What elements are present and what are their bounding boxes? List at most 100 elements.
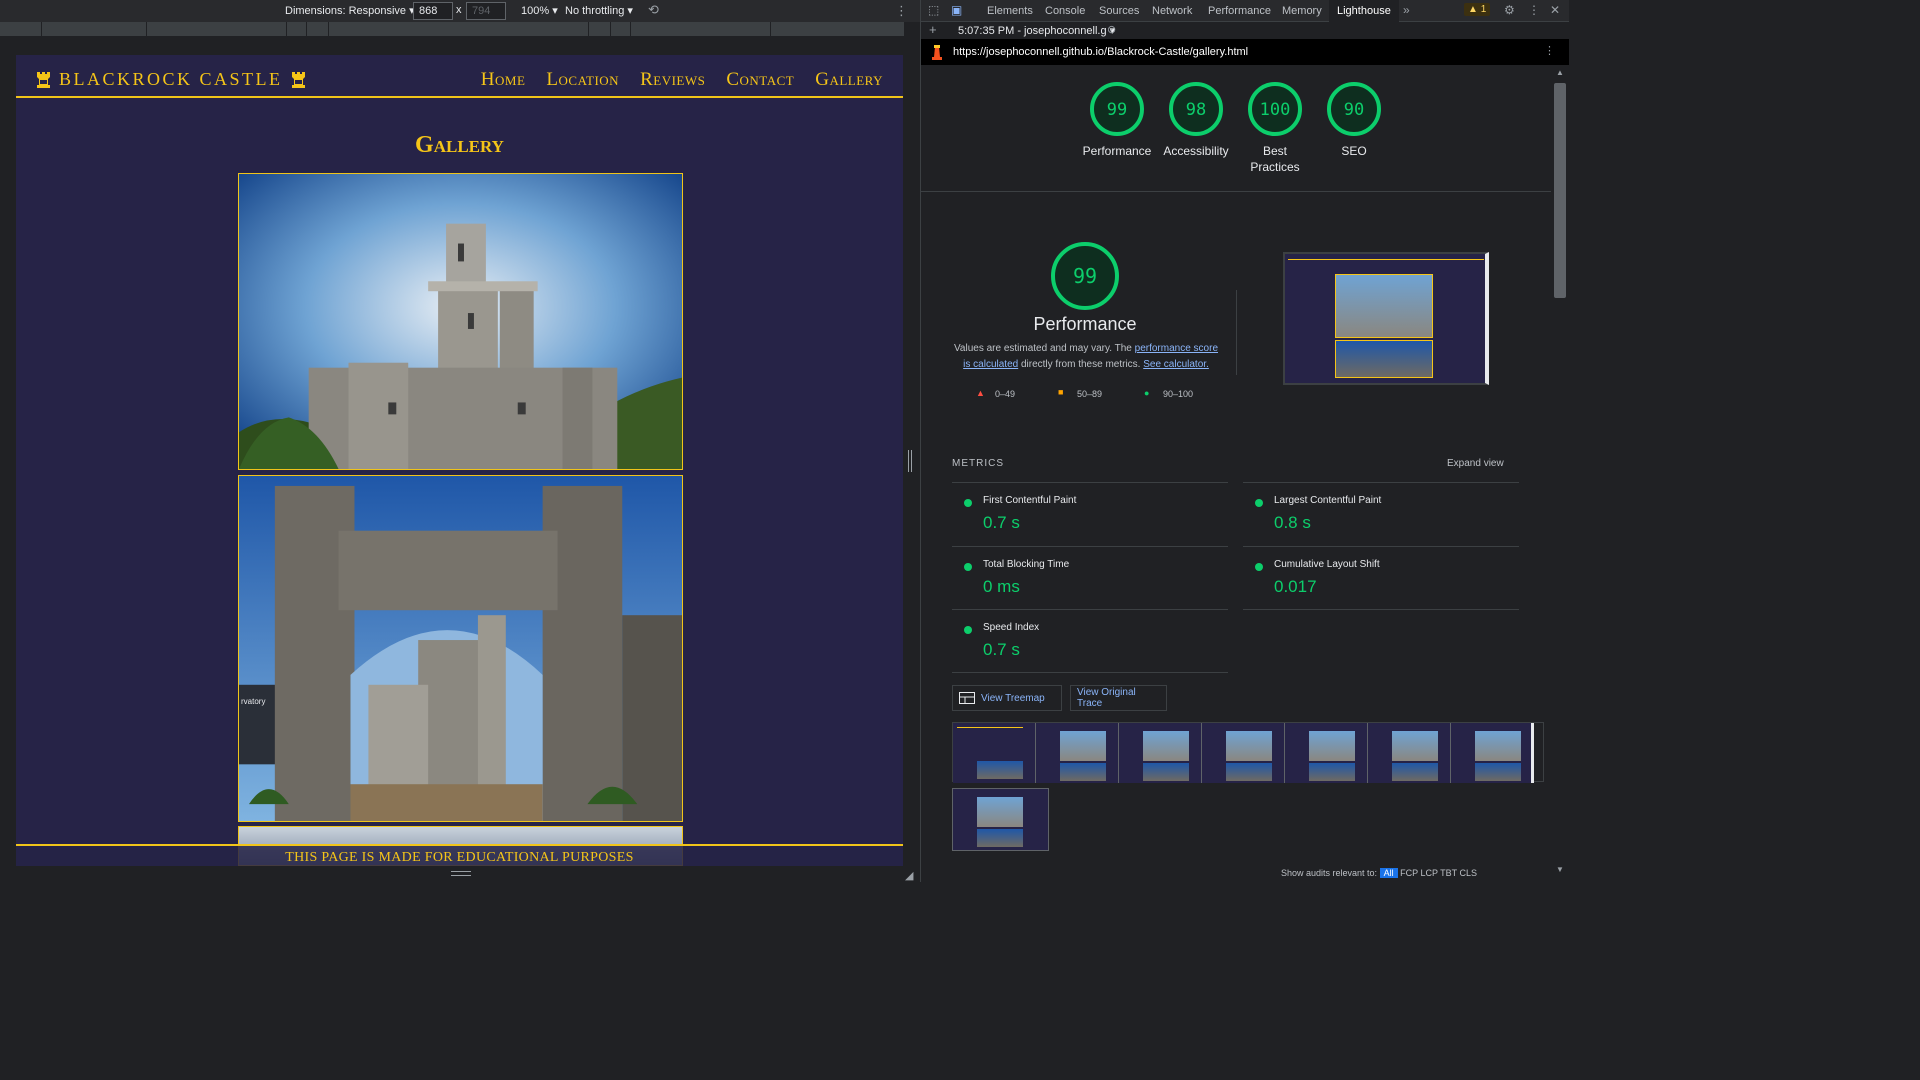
tab-lighthouse[interactable]: Lighthouse [1329,0,1399,22]
close-icon[interactable]: ✕ [1550,3,1560,17]
audits-filter-bar: Show audits relevant to: All FCP LCP TBT… [1281,868,1477,878]
tab-elements[interactable]: Elements [987,5,1033,17]
divider [1243,609,1519,610]
view-trace-button[interactable]: View Original Trace [1070,685,1167,711]
tab-console[interactable]: Console [1045,5,1085,17]
ruler-segment[interactable] [631,22,771,36]
zoom-dropdown[interactable]: 100% ▾ [521,4,558,17]
devtools-more-icon[interactable]: ⋮ [1528,3,1540,17]
horizontal-resize-handle[interactable] [451,871,471,876]
nav-contact[interactable]: Contact [726,69,794,91]
metric-name: Largest Contentful Paint [1274,495,1382,506]
filmstrip-frame [1202,723,1285,783]
metric-value: 0.7 s [983,513,1020,532]
ruler-segment[interactable] [287,22,307,36]
media-query-ruler[interactable] [0,22,905,36]
report-url[interactable]: https://josephoconnell.github.io/Blackro… [953,46,1248,58]
metric-value: 0 ms [983,577,1020,596]
tab-sources[interactable]: Sources [1099,5,1139,17]
castle-tower-image [239,174,682,469]
filter-cls[interactable]: CLS [1460,868,1478,878]
pass-dot-icon [1255,499,1263,507]
desc-text: Values are estimated and may vary. The [953,343,1132,354]
throttling-label: No throttling [565,5,625,17]
final-screenshot[interactable] [1283,252,1489,385]
site-logo[interactable]: Blackrock Castle [36,69,306,90]
gauge-label: Best Practices [1250,144,1300,174]
clear-icon[interactable]: ⊘ [1107,23,1116,36]
metric-cls: Cumulative Layout Shift 0.017 [1243,546,1519,610]
height-input[interactable]: 794 [466,2,506,20]
ruler-segment[interactable] [771,22,905,36]
dimensions-dropdown[interactable]: Dimensions: Responsive ▾ [285,4,415,17]
scroll-down-icon[interactable]: ▼ [1556,865,1564,874]
rook-icon [291,71,305,88]
more-tabs-icon[interactable]: » [1403,3,1410,17]
divider [952,672,1228,673]
metric-speed-index: Speed Index 0.7 s [952,609,1228,673]
score-gauge-icon: 100 [1248,82,1302,136]
warning-badge[interactable]: ▲ 1 [1464,3,1491,16]
nav-location[interactable]: Location [546,69,619,91]
treemap-icon [959,692,975,704]
ruler-segment[interactable] [42,22,147,36]
tab-performance[interactable]: Performance [1208,5,1271,17]
ruler-segment[interactable] [0,22,42,36]
corner-resize-icon[interactable]: ◢ [905,869,913,882]
scrollbar-thumb[interactable] [1554,83,1566,298]
metric-name: Cumulative Layout Shift [1274,559,1380,570]
metric-fcp: First Contentful Paint 0.7 s [952,482,1228,546]
see-calculator-link[interactable]: See calculator. [1143,359,1209,370]
report-selector-label: 5:07:35 PM - josephoconnell.g [958,25,1107,37]
filmstrip-frame [1451,723,1534,783]
width-input[interactable]: 868 [413,2,453,20]
castle-gate-image [239,476,682,821]
ruler-segment[interactable] [147,22,287,36]
performance-score-large: 99 [1073,264,1097,288]
tab-network[interactable]: Network [1152,5,1192,17]
metric-value: 0.7 s [983,640,1020,659]
rotate-icon[interactable]: ⟲ [648,2,659,18]
report-scrollbar[interactable]: ▲ ▼ [1551,65,1569,882]
filter-all[interactable]: All [1379,868,1398,878]
pass-dot-icon [964,626,972,634]
metric-value: 0.8 s [1274,513,1311,532]
add-icon[interactable]: + [929,22,937,37]
ruler-segment[interactable] [307,22,329,36]
report-menu-icon[interactable]: ⋮ [1544,44,1555,57]
tab-memory[interactable]: Memory [1282,5,1322,17]
desc-text: directly from these metrics. [1020,359,1141,370]
nav-gallery[interactable]: Gallery [815,69,883,91]
lighthouse-report: 99 Performance 98 Accessibility 100 Best… [921,65,1551,882]
scroll-up-icon[interactable]: ▲ [1556,68,1564,77]
observatory-sign: rvatory [239,696,268,707]
filter-fcp[interactable]: FCP [1400,868,1418,878]
ruler-segment[interactable] [611,22,631,36]
view-treemap-button[interactable]: View Treemap [952,685,1062,711]
vertical-resize-handle[interactable] [908,450,912,472]
device-toggle-icon[interactable]: ▣ [951,3,962,17]
filter-lcp[interactable]: LCP [1420,868,1437,878]
devtools-tabbar: ⬚ ▣ Elements Console Sources Network Per… [921,0,1569,22]
inspect-icon[interactable]: ⬚ [928,3,939,17]
device-toolbar: Dimensions: Responsive ▾ 868 x 794 100% … [0,0,920,22]
nav-reviews[interactable]: Reviews [640,69,705,91]
divider [1236,290,1237,375]
filmstrip-frame [1119,723,1202,783]
legend-average: 50–89 [1077,389,1103,399]
gauge-seo[interactable]: 90 SEO [1304,81,1404,159]
ruler-segment[interactable] [329,22,589,36]
nav-home[interactable]: Home [481,69,526,91]
site-nav: Home Location Reviews Contact Gallery [481,69,883,91]
report-selector[interactable]: 5:07:35 PM - josephoconnell.g ▾ [958,24,1115,37]
expand-view-toggle[interactable]: Expand view [1447,458,1504,469]
device-more-icon[interactable]: ⋮ [895,3,908,19]
filter-tbt[interactable]: TBT [1440,868,1457,878]
ruler-segment[interactable] [589,22,611,36]
settings-icon[interactable]: ⚙ [1504,3,1515,17]
site-header: Blackrock Castle Home Location Reviews C… [16,55,903,98]
site-footer: THIS PAGE IS MADE FOR EDUCATIONAL PURPOS… [16,844,903,866]
zoom-label: 100% [521,5,550,17]
metrics-header: METRICS [952,458,1004,469]
throttling-dropdown[interactable]: No throttling ▾ [565,4,633,17]
